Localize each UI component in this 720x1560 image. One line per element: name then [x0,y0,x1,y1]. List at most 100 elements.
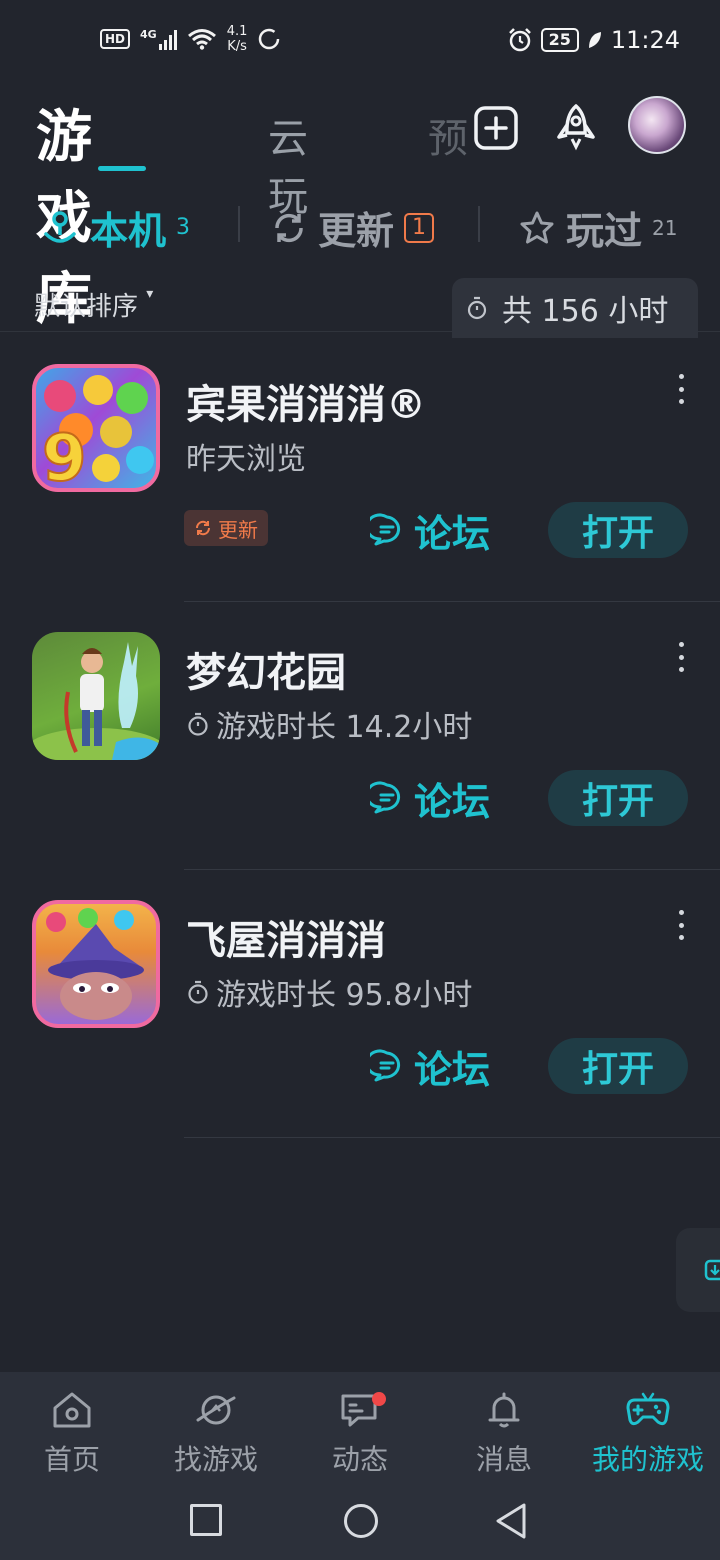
game-subtitle: 游戏时长 14.2小时 [186,702,472,746]
forum-icon [370,1049,401,1082]
network-indicator: 4G [140,28,177,50]
nav-my-games-label: 我的游戏 [591,1443,704,1476]
alarm-icon [508,28,531,52]
nav-feed-label: 动态 [331,1443,388,1476]
user-avatar[interactable] [628,96,686,154]
more-options-button[interactable] [672,374,690,404]
library-subtabs: 本机 3 更新 1 玩过 21 [0,190,720,260]
nav-home-label: 首页 [43,1443,100,1476]
subtab-played-count: 21 [652,215,678,240]
forum-button[interactable]: 论坛 [370,502,490,558]
subtab-update-label: 更新 [318,209,395,253]
game-playtime: 游戏时长 95.8小时 [216,978,473,1013]
card-divider [184,1137,720,1138]
wizard-art [46,908,144,1020]
subtab-update[interactable]: 更新 1 [270,200,435,255]
sort-dropdown[interactable]: 默认排序 ▾ [34,286,153,323]
active-tab-indicator [98,166,146,171]
forum-button[interactable]: 论坛 [370,770,490,826]
battery-indicator: 25 [540,28,579,52]
game-playtime: 游戏时长 14.2小时 [216,710,473,745]
open-game-button[interactable]: 打开 [548,770,688,826]
game-icon-bingo[interactable]: 9 [32,364,160,492]
status-bar: HD 4G 4.1 K/s 25 11:24 [0,0,720,84]
bell-icon [488,1392,520,1428]
nav-feed[interactable]: 动态 [288,1390,432,1478]
recent-apps-button[interactable] [190,1504,222,1536]
local-device-icon [44,210,76,243]
signal-icon [158,28,177,50]
planet-icon [196,1395,236,1425]
nav-find-games-label: 找游戏 [173,1443,258,1476]
caret-down-icon: ▾ [146,286,154,302]
nav-messages-label: 消息 [475,1443,532,1476]
subtab-local-label: 本机 [90,209,167,253]
game-card[interactable]: 梦幻花园 游戏时长 14.2小时 论坛 打开 [0,602,720,870]
sync-icon [259,28,280,50]
add-button[interactable] [468,100,524,156]
speedup-button[interactable] [548,100,604,156]
total-playtime: 共 156 小时 [452,278,698,338]
candy-art: 9 [41,375,154,488]
forum-label: 论坛 [414,511,491,556]
floating-side-button[interactable] [676,1228,720,1312]
subtab-played-label: 玩过 [566,209,643,253]
tab-reserve[interactable]: 预 [428,106,472,164]
notification-dot [372,1392,386,1406]
game-title: 梦幻花园 [186,650,346,696]
forum-label: 论坛 [414,1047,491,1092]
star-icon [520,211,554,243]
game-subtitle: 游戏时长 95.8小时 [186,970,472,1014]
hd-indicator: HD [100,29,131,49]
nav-home[interactable]: 首页 [0,1390,144,1478]
sort-label: 默认排序 [34,292,139,322]
subtab-played[interactable]: 玩过 21 [518,200,677,255]
update-tag-label: 更新 [218,517,258,542]
total-playtime-text: 共 156 小时 [502,294,669,329]
garden-art [32,642,160,760]
game-icon-flying-house[interactable] [32,900,160,1028]
clock: 11:24 [610,26,680,54]
game-icon-gardenscapes[interactable] [32,632,160,760]
leaf-icon [588,32,601,48]
refresh-icon [275,213,303,242]
refresh-icon [195,520,211,536]
game-title: 飞屋消消消 [186,918,386,964]
update-tag[interactable]: 更新 [184,510,268,546]
open-game-button[interactable]: 打开 [548,1038,688,1094]
game-subtitle: 昨天浏览 [186,434,306,478]
feed-icon-wrap [338,1390,386,1430]
forum-icon [370,781,401,814]
bottom-navigation: 首页 找游戏 动态 消息 我的游戏 [0,1372,720,1490]
timer-icon [188,980,208,1004]
home-system-button[interactable] [344,1504,378,1538]
forum-icon [370,513,401,546]
back-button[interactable] [494,1502,528,1540]
subtab-divider [238,206,240,242]
more-options-button[interactable] [672,642,690,672]
nav-find-games[interactable]: 找游戏 [144,1390,288,1478]
forum-button[interactable]: 论坛 [370,1038,490,1094]
home-icon [53,1392,91,1428]
sort-bar: 默认排序 ▾ 共 156 小时 [0,270,720,338]
open-game-button[interactable]: 打开 [548,502,688,558]
game-title: 宾果消消消® [186,382,426,428]
game-card[interactable]: 飞屋消消消 游戏时长 95.8小时 论坛 打开 [0,870,720,1138]
nav-messages[interactable]: 消息 [432,1390,576,1478]
network-speed: 4.1 K/s [226,24,248,54]
timer-icon [188,712,208,736]
forum-label: 论坛 [414,779,491,824]
plus-square-icon [474,106,518,150]
nav-my-games[interactable]: 我的游戏 [576,1390,720,1478]
game-subtitle-text: 昨天浏览 [186,442,306,477]
timer-icon [467,296,487,320]
more-options-button[interactable] [672,910,690,940]
gamepad-icon [626,1392,670,1426]
game-card[interactable]: 9 宾果消消消® 昨天浏览 更新 论坛 打开 [0,334,720,602]
system-navigation-bar [0,1490,720,1560]
subtab-local[interactable]: 本机 3 [40,200,190,255]
subtab-divider [478,206,480,242]
subtab-local-count: 3 [176,215,191,240]
wifi-icon [187,29,216,50]
svg-text:9: 9 [42,422,87,488]
